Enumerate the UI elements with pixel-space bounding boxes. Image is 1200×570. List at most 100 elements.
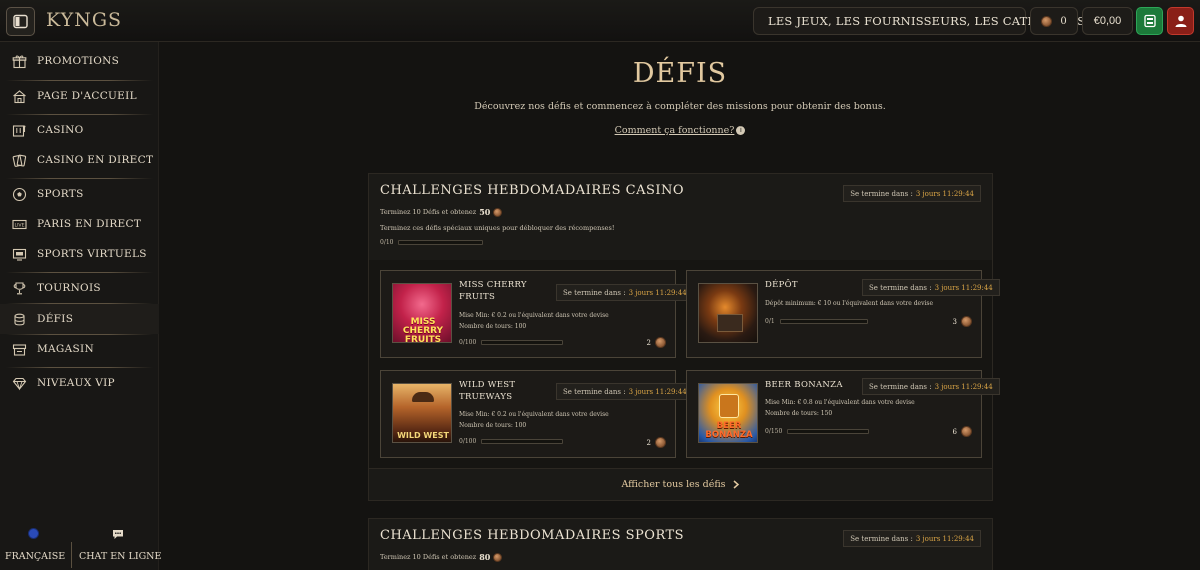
goal-text: Terminez 10 Défis et obtenez xyxy=(380,553,477,561)
goal-text: Terminez 10 Défis et obtenez xyxy=(380,208,477,216)
wallet-balance[interactable]: €0,00 xyxy=(1082,7,1133,35)
coin-icon xyxy=(961,426,972,437)
how-it-works-label[interactable]: Comment ça fonctionne? xyxy=(615,125,735,136)
card-timer: Se termine dans :3 jours 11:29:44 xyxy=(556,284,694,301)
game-thumbnail-wild-west: WILD WEST xyxy=(392,383,452,443)
trophy-icon xyxy=(11,280,27,296)
chat-bubble-icon xyxy=(113,530,123,539)
sidebar-item-label: TOURNOIS xyxy=(37,282,101,294)
user-icon xyxy=(1175,15,1186,27)
coins-balance[interactable]: 0 xyxy=(1030,7,1078,35)
sidebar-item-virtual-sports[interactable]: SPORTS VIRTUELS xyxy=(0,239,159,269)
timer-label: Se termine dans : xyxy=(563,387,626,396)
card-reward: 2 xyxy=(647,437,666,448)
goal-reward: 80 xyxy=(479,552,491,562)
sidebar-item-label: PROMOTIONS xyxy=(37,55,120,67)
top-bar: KYNGS LES JEUX, LES FOURNISSEURS, LES CA… xyxy=(0,0,1200,42)
language-selector[interactable]: FRANÇAISE xyxy=(5,528,65,563)
panel-goal-note: Terminez 10 Défis et obtenez 80 xyxy=(380,552,503,562)
sidebar-item-promotions[interactable]: PROMOTIONS xyxy=(0,46,159,76)
how-it-works-link[interactable]: Comment ça fonctionne? i xyxy=(160,125,1200,136)
show-all-challenges-button[interactable]: Afficher tous les défis xyxy=(369,468,992,500)
card-progress: 0/100 xyxy=(459,438,564,445)
show-all-label[interactable]: Afficher tous les défis xyxy=(621,479,725,490)
progress-bar xyxy=(779,319,868,324)
challenge-card-wild-west-trueways[interactable]: WILD WEST WILD WEST TRUEWAYS Se termine … xyxy=(380,370,694,458)
timer-value: 3 jours 11:29:44 xyxy=(915,189,974,198)
sidebar-item-tournaments[interactable]: TOURNOIS xyxy=(0,273,159,303)
progress-text: 0/10 xyxy=(380,239,394,246)
main-content: DÉFIS Découvrez nos défis et commencez à… xyxy=(160,42,1200,570)
deposit-thumbnail xyxy=(698,283,758,343)
sports-challenges-panel: CHALLENGES HEBDOMADAIRES SPORTS Se termi… xyxy=(368,518,993,570)
coin-icon xyxy=(493,207,503,217)
language-label: FRANÇAISE xyxy=(5,551,66,562)
divider xyxy=(71,542,72,568)
sidebar-item-label: SPORTS xyxy=(37,188,84,200)
card-min-deposit: Dépôt minimum: € 10 ou l'équivalent dans… xyxy=(765,300,934,307)
card-reward: 3 xyxy=(953,316,972,327)
game-thumbnail-beer-bonanza: BEER BONANZA xyxy=(698,383,758,443)
timer-label: Se termine dans : xyxy=(869,283,932,292)
challenge-card-miss-cherry-fruits[interactable]: MISS CHERRY FRUITS MISS CHERRY FRUITS Se… xyxy=(380,270,694,358)
profile-button[interactable] xyxy=(1167,7,1194,35)
card-min-bet: Mise Min: € 0.2 ou l'équivalent dans vot… xyxy=(459,411,609,418)
challenge-card-deposit[interactable]: DÉPÔT Se termine dans :3 jours 11:29:44 … xyxy=(686,270,1000,358)
timer-value: 3 jours 11:29:44 xyxy=(934,283,993,292)
game-thumbnail-miss-cherry: MISS CHERRY FRUITS xyxy=(392,283,452,343)
sidebar-item-label: PAGE D'ACCUEIL xyxy=(37,90,137,102)
reward-amount: 6 xyxy=(952,427,957,436)
thumbnail-caption: BEER BONANZA xyxy=(705,421,753,440)
sidebar-item-sports[interactable]: SPORTS xyxy=(0,179,159,209)
progress-bar xyxy=(787,429,870,434)
store-icon xyxy=(11,341,27,357)
timer-value: 3 jours 11:29:44 xyxy=(915,534,974,543)
challenge-card-beer-bonanza[interactable]: BEER BONANZA BEER BONANZA Se termine dan… xyxy=(686,370,1000,458)
panel-timer: Se termine dans :3 jours 11:29:44 xyxy=(843,530,981,547)
page-title: DÉFIS xyxy=(632,58,728,89)
card-progress: 0/1 xyxy=(765,318,868,325)
card-progress: 0/100 xyxy=(459,339,564,346)
reward-amount: 3 xyxy=(952,317,957,326)
live-icon: LIVE xyxy=(11,216,27,232)
sidebar-item-vip-levels[interactable]: NIVEAUX VIP xyxy=(0,368,159,398)
panel-progress: 0/10 xyxy=(380,239,484,246)
timer-label: Se termine dans : xyxy=(869,382,932,391)
search-box[interactable]: LES JEUX, LES FOURNISSEURS, LES CATÉGORI… xyxy=(753,7,1085,35)
deposit-button[interactable] xyxy=(1136,7,1163,35)
live-chat-button[interactable]: CHAT EN LIGNE xyxy=(79,528,161,563)
chevron-right-icon xyxy=(733,480,739,489)
sidebar-item-store[interactable]: MAGASIN xyxy=(0,334,159,364)
chat-label: CHAT EN LIGNE xyxy=(79,551,162,562)
casino-challenges-panel: CHALLENGES HEBDOMADAIRES CASINO Se termi… xyxy=(368,173,1000,501)
coins-count: 0 xyxy=(1060,15,1067,27)
eu-flag-icon xyxy=(27,528,39,539)
panel-timer: Se termine dans :3 jours 11:29:44 xyxy=(843,185,981,202)
sidebar-item-casino[interactable]: CASINO xyxy=(0,115,159,145)
slot-machine-icon xyxy=(11,122,27,138)
sidebar-item-home[interactable]: PAGE D'ACCUEIL xyxy=(0,81,159,111)
menu-toggle-button[interactable] xyxy=(6,7,35,36)
diamond-icon xyxy=(11,375,27,391)
thumbnail-caption: WILD WEST xyxy=(397,431,449,440)
home-icon xyxy=(11,88,27,104)
progress-bar xyxy=(398,240,484,245)
timer-value: 3 jours 11:29:44 xyxy=(628,288,687,297)
sidebar-item-label: SPORTS VIRTUELS xyxy=(37,248,147,260)
panel-goal-note: Terminez 10 Défis et obtenez 50 xyxy=(380,207,503,217)
card-timer: Se termine dans :3 jours 11:29:44 xyxy=(862,378,1000,395)
panel-unlock-note: Terminez ces défis spéciaux uniques pour… xyxy=(380,224,614,232)
card-title: WILD WEST TRUEWAYS xyxy=(459,380,516,402)
sidebar-item-live-betting[interactable]: LIVE PARIS EN DIRECT xyxy=(0,209,159,239)
sidebar-item-label: MAGASIN xyxy=(37,343,94,355)
sidebar-item-live-casino[interactable]: CASINO EN DIRECT xyxy=(0,145,159,175)
kyngs-logo[interactable]: KYNGS xyxy=(46,9,122,31)
sidebar-item-challenges[interactable]: DÉFIS xyxy=(0,304,159,334)
treasure-chest-icon xyxy=(717,314,743,332)
coin-icon xyxy=(493,552,503,562)
card-min-bet: Mise Min: € 0.2 ou l'équivalent dans vot… xyxy=(459,312,609,319)
sidebar-item-label: CASINO EN DIRECT xyxy=(37,154,154,166)
soccer-ball-icon xyxy=(11,186,27,202)
progress-bar xyxy=(481,340,564,345)
coin-icon xyxy=(655,337,666,348)
